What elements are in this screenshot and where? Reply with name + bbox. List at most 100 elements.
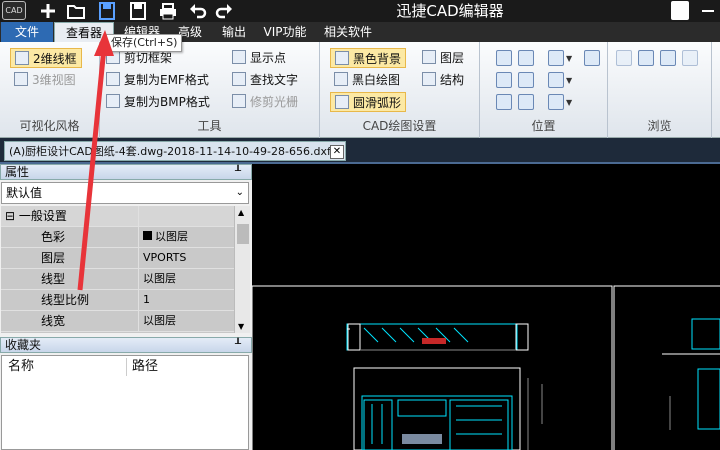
app-logo[interactable]: CAD	[2, 1, 26, 20]
color-swatch	[143, 231, 152, 240]
category-name: ⊟ 一般设置	[1, 206, 139, 226]
properties-scrollbar[interactable]: ▲ ▼	[234, 206, 250, 333]
menu-related-software[interactable]: 相关软件	[316, 22, 380, 42]
btn-structure[interactable]: 结构	[422, 70, 464, 90]
properties-panel: 属性 ┸ 默认值 ⌄ ⊟ 一般设置 色彩 以图层 图层 VPORTS 线型 以图…	[0, 164, 252, 337]
favorites-column-name[interactable]: 名称	[8, 358, 34, 376]
minimize-button[interactable]	[702, 10, 714, 12]
group-visual-style: 2维线框 3维视图 可视化风格	[0, 42, 100, 138]
points-icon	[232, 50, 246, 64]
cad-drawing-canvas[interactable]	[252, 164, 720, 450]
property-row-lineweight[interactable]: 线宽 以图层	[1, 311, 234, 332]
black-white-icon	[334, 72, 348, 86]
group-tools: 剪切框架 复制为EMF格式 复制为BMP格式 显示点 查找文字 修剪光栅 工具	[100, 42, 320, 138]
property-grid: ⊟ 一般设置 色彩 以图层 图层 VPORTS 线型 以图层 线型比例 1 线宽…	[1, 206, 234, 333]
btn-3d-view[interactable]: 3维视图	[14, 70, 76, 90]
bmp-icon	[106, 94, 120, 108]
smooth-arc-icon	[335, 95, 349, 109]
btn-black-white[interactable]: 黑白绘图	[334, 70, 400, 90]
menu-vip[interactable]: VIP功能	[258, 22, 312, 42]
document-tab-bar: (A)厨柜设计CAD图纸-4套.dwg-2018-11-14-10-49-28-…	[0, 138, 720, 164]
zoom-out-icon[interactable]	[548, 72, 564, 88]
fit-icon[interactable]	[496, 50, 512, 66]
open-folder-icon[interactable]	[66, 1, 86, 21]
btn-2d-wireframe[interactable]: 2维线框	[10, 48, 82, 68]
btn-copy-emf[interactable]: 复制为EMF格式	[106, 70, 209, 90]
document-tab[interactable]: (A)厨柜设计CAD图纸-4套.dwg-2018-11-14-10-49-28-…	[4, 141, 346, 161]
btn-black-background[interactable]: 黑色背景	[330, 48, 407, 68]
save-as-icon[interactable]	[128, 1, 148, 21]
save-tooltip: 保存(Ctrl+S)	[106, 34, 183, 52]
close-tab-icon[interactable]: ✕	[330, 145, 344, 159]
chevron-down-icon: ⌄	[235, 187, 244, 198]
zoom-window-icon[interactable]	[518, 50, 534, 66]
refresh-icon[interactable]	[660, 50, 676, 66]
orbit-dropdown-icon[interactable]: ▼	[566, 98, 572, 107]
zoom-in-icon[interactable]	[548, 50, 564, 66]
regen-icon[interactable]	[518, 94, 534, 110]
rotate-icon[interactable]	[496, 94, 512, 110]
property-row-layer[interactable]: 图层 VPORTS	[1, 248, 234, 269]
property-category[interactable]: ⊟ 一般设置	[1, 206, 234, 227]
btn-smooth-arc[interactable]: 圆滑弧形	[330, 92, 407, 112]
3d-view-icon	[14, 72, 28, 86]
btn-show-points[interactable]: 显示点	[232, 48, 286, 68]
user-account-icon[interactable]	[671, 1, 689, 20]
pin-icon[interactable]: ┸	[235, 165, 241, 179]
redo-icon[interactable]	[214, 1, 234, 21]
properties-header: 属性 ┸	[0, 164, 252, 180]
menu-file[interactable]: 文件	[1, 22, 53, 42]
clip-frame-icon	[106, 50, 120, 64]
forward-arrow-icon[interactable]	[638, 50, 654, 66]
black-background-icon	[335, 51, 349, 65]
zoom-real-icon[interactable]	[518, 72, 534, 88]
window-title: 迅捷CAD编辑器	[396, 2, 504, 20]
group-position: ▼ ▼ ▼ 位置	[480, 42, 608, 138]
group-cad-settings: 黑色背景 黑白绘图 圆滑弧形 图层 结构 CAD绘图设置	[320, 42, 480, 138]
favorites-header: 收藏夹 ┸	[0, 337, 252, 353]
scroll-up-icon[interactable]: ▲	[238, 208, 244, 217]
back-arrow-icon[interactable]	[616, 50, 632, 66]
save-icon[interactable]	[97, 1, 117, 21]
undo-icon[interactable]	[188, 1, 208, 21]
group-browse: 浏览	[608, 42, 712, 138]
property-row-linetype-scale[interactable]: 线型比例 1	[1, 290, 234, 311]
btn-layers[interactable]: 图层	[422, 48, 464, 68]
menu-viewer[interactable]: 查看器	[54, 22, 114, 42]
property-row-color[interactable]: 色彩 以图层	[1, 227, 234, 248]
emf-icon	[106, 72, 120, 86]
cabinet-elevation-top	[346, 323, 529, 351]
title-bar: CAD 迅捷CAD编辑器	[0, 0, 720, 22]
trim-raster-icon	[232, 94, 246, 108]
new-icon[interactable]	[38, 1, 58, 21]
menu-output[interactable]: 输出	[214, 22, 254, 42]
btn-copy-bmp[interactable]: 复制为BMP格式	[106, 92, 210, 112]
zoom-extents-icon[interactable]	[496, 72, 512, 88]
zoom-in-dropdown-icon[interactable]: ▼	[566, 54, 572, 63]
scroll-down-icon[interactable]: ▼	[238, 322, 244, 331]
find-text-icon	[232, 72, 246, 86]
zoom-out-dropdown-icon[interactable]: ▼	[566, 76, 572, 85]
cabinet-elevation-bottom	[353, 367, 543, 450]
cabinet-elevation-right	[662, 318, 720, 430]
btn-find-text[interactable]: 查找文字	[232, 70, 298, 90]
pan-hand-icon[interactable]	[584, 50, 600, 66]
properties-selector[interactable]: 默认值 ⌄	[1, 182, 249, 204]
copy-page-icon[interactable]	[682, 50, 698, 66]
btn-trim-raster[interactable]: 修剪光栅	[232, 92, 298, 112]
group-label-position: 位置	[531, 119, 556, 133]
group-label-tools: 工具	[197, 119, 222, 133]
pin-icon[interactable]: ┸	[235, 338, 241, 352]
ribbon: 2维线框 3维视图 可视化风格 剪切框架 复制为EMF格式 复制为BMP格式 显…	[0, 42, 720, 138]
group-label-settings: CAD绘图设置	[362, 119, 437, 133]
favorites-table: 名称 路径	[1, 355, 249, 450]
favorites-panel: 收藏夹 ┸ 名称 路径	[0, 337, 252, 450]
print-icon[interactable]	[158, 1, 178, 21]
document-tab-name: (A)厨柜设计CAD图纸-4套.dwg-2018-11-14-10-49-28-…	[9, 145, 331, 158]
group-label-visual: 可视化风格	[19, 119, 80, 133]
favorites-column-path[interactable]: 路径	[132, 358, 158, 376]
wireframe-icon	[15, 51, 29, 65]
property-row-linetype[interactable]: 线型 以图层	[1, 269, 234, 290]
scrollbar-thumb[interactable]	[237, 224, 249, 244]
orbit-icon[interactable]	[548, 94, 564, 110]
